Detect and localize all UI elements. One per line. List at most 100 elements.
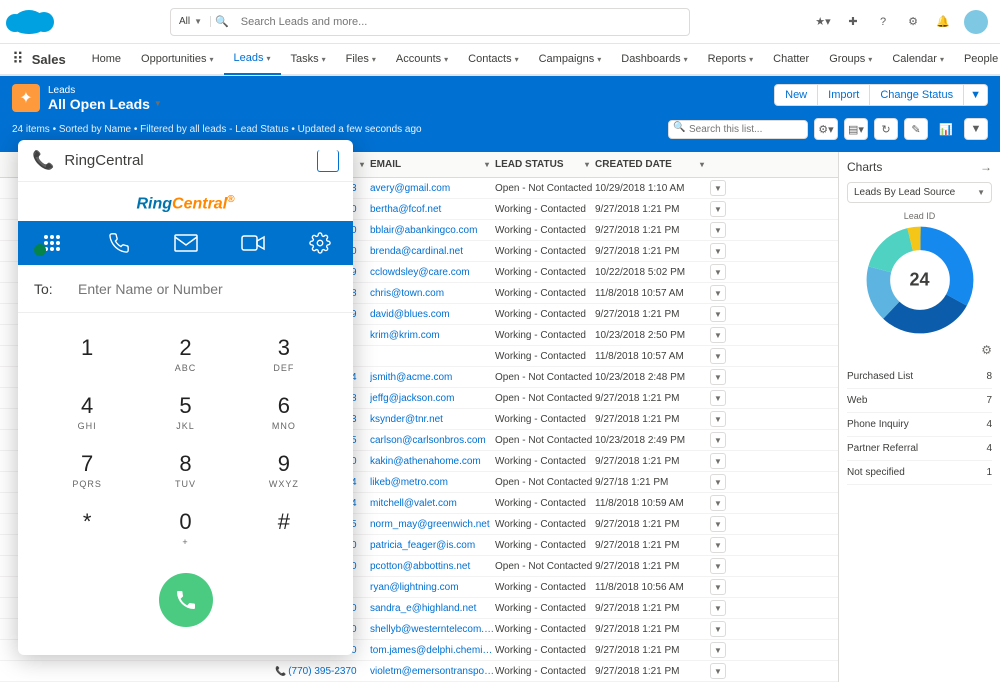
- row-actions[interactable]: ▼: [710, 537, 726, 553]
- row-actions[interactable]: ▼: [710, 621, 726, 637]
- col-status[interactable]: LEAD STATUS▾: [495, 159, 595, 170]
- global-search[interactable]: All▼ 🔍: [170, 8, 690, 36]
- row-actions[interactable]: ▼: [710, 432, 726, 448]
- email-link[interactable]: shellyb@westerntelecom.net: [370, 624, 495, 635]
- email-link[interactable]: mitchell@valet.com: [370, 498, 495, 509]
- change-status-button[interactable]: Change Status: [870, 84, 964, 106]
- chart-button[interactable]: 📊: [934, 118, 958, 140]
- email-link[interactable]: ksynder@tnr.net: [370, 414, 495, 425]
- add-icon[interactable]: ✚: [844, 13, 862, 31]
- row-actions[interactable]: ▼: [710, 327, 726, 343]
- email-link[interactable]: carlson@carlsonbros.com: [370, 435, 495, 446]
- key-*[interactable]: *: [38, 499, 136, 557]
- email-link[interactable]: jsmith@acme.com: [370, 372, 495, 383]
- row-actions[interactable]: ▼: [710, 180, 726, 196]
- row-actions[interactable]: ▼: [710, 516, 726, 532]
- row-actions[interactable]: ▼: [710, 222, 726, 238]
- row-actions[interactable]: ▼: [710, 558, 726, 574]
- setup-icon[interactable]: ⚙: [904, 13, 922, 31]
- call-button[interactable]: [159, 573, 213, 627]
- favorites-icon[interactable]: ★▾: [814, 13, 832, 31]
- dock-icon[interactable]: [317, 150, 339, 172]
- app-launcher-icon[interactable]: ⠿: [12, 49, 24, 69]
- key-6[interactable]: 6MNO: [235, 383, 333, 441]
- email-link[interactable]: kakin@athenahome.com: [370, 456, 495, 467]
- email-link[interactable]: krim@krim.com: [370, 330, 495, 341]
- row-actions[interactable]: ▼: [710, 642, 726, 658]
- messages-tab[interactable]: [166, 234, 206, 252]
- key-4[interactable]: 4GHI: [38, 383, 136, 441]
- row-actions[interactable]: ▼: [710, 369, 726, 385]
- nav-chatter[interactable]: Chatter: [763, 43, 819, 75]
- row-actions[interactable]: ▼: [710, 201, 726, 217]
- edit-button[interactable]: ✎: [904, 118, 928, 140]
- dial-input[interactable]: [78, 281, 353, 297]
- row-actions[interactable]: ▼: [710, 306, 726, 322]
- nav-dashboards[interactable]: Dashboards▾: [611, 43, 697, 75]
- email-link[interactable]: bblair@abankingco.com: [370, 225, 495, 236]
- nav-people[interactable]: People▾: [954, 43, 1000, 75]
- avatar[interactable]: [964, 10, 988, 34]
- email-link[interactable]: brenda@cardinal.net: [370, 246, 495, 257]
- row-actions[interactable]: ▼: [710, 579, 726, 595]
- key-5[interactable]: 5JKL: [136, 383, 234, 441]
- row-actions[interactable]: ▼: [710, 285, 726, 301]
- email-link[interactable]: chris@town.com: [370, 288, 495, 299]
- email-link[interactable]: avery@gmail.com: [370, 183, 495, 194]
- key-#[interactable]: #: [235, 499, 333, 557]
- row-actions[interactable]: ▼: [710, 348, 726, 364]
- col-created[interactable]: CREATED DATE▾: [595, 159, 710, 170]
- email-link[interactable]: norm_may@greenwich.net: [370, 519, 495, 530]
- refresh-button[interactable]: ↻: [874, 118, 898, 140]
- key-2[interactable]: 2ABC: [136, 325, 234, 383]
- nav-leads[interactable]: Leads▾: [224, 43, 281, 75]
- email-link[interactable]: tom.james@delphi.chemicals.com: [370, 645, 495, 656]
- row-actions[interactable]: ▼: [710, 600, 726, 616]
- email-link[interactable]: violetm@emersontransport.com: [370, 666, 495, 677]
- display-button[interactable]: ▤▾: [844, 118, 868, 140]
- list-view-name[interactable]: All Open Leads ▼: [48, 96, 162, 112]
- nav-groups[interactable]: Groups▾: [819, 43, 882, 75]
- more-actions-button[interactable]: ▼: [964, 84, 988, 106]
- settings-button[interactable]: ⚙▾: [814, 118, 838, 140]
- row-actions[interactable]: ▼: [710, 495, 726, 511]
- col-email[interactable]: EMAIL▾: [370, 159, 495, 170]
- row-actions[interactable]: ▼: [710, 243, 726, 259]
- email-link[interactable]: david@blues.com: [370, 309, 495, 320]
- help-icon[interactable]: ?: [874, 13, 892, 31]
- row-actions[interactable]: ▼: [710, 264, 726, 280]
- email-link[interactable]: pcotton@abbottins.net: [370, 561, 495, 572]
- row-actions[interactable]: ▼: [710, 474, 726, 490]
- key-7[interactable]: 7PQRS: [38, 441, 136, 499]
- nav-calendar[interactable]: Calendar▾: [882, 43, 954, 75]
- row-actions[interactable]: ▼: [710, 453, 726, 469]
- search-filter[interactable]: All▼: [171, 16, 211, 27]
- chart-settings-icon[interactable]: ⚙: [847, 343, 992, 357]
- row-actions[interactable]: ▼: [710, 411, 726, 427]
- import-button[interactable]: Import: [818, 84, 870, 106]
- nav-tasks[interactable]: Tasks▾: [281, 43, 336, 75]
- row-actions[interactable]: ▼: [710, 390, 726, 406]
- email-link[interactable]: likeb@metro.com: [370, 477, 495, 488]
- key-9[interactable]: 9WXYZ: [235, 441, 333, 499]
- search-input[interactable]: [233, 16, 689, 28]
- key-8[interactable]: 8TUV: [136, 441, 234, 499]
- email-link[interactable]: cclowdsley@care.com: [370, 267, 495, 278]
- nav-files[interactable]: Files▾: [336, 43, 386, 75]
- list-search-input[interactable]: [668, 120, 808, 139]
- nav-home[interactable]: Home: [82, 43, 131, 75]
- expand-icon[interactable]: →: [980, 160, 992, 174]
- row-actions[interactable]: ▼: [710, 663, 726, 679]
- email-link[interactable]: bertha@fcof.net: [370, 204, 495, 215]
- email-link[interactable]: ryan@lightning.com: [370, 582, 495, 593]
- settings-tab[interactable]: [300, 232, 340, 254]
- filter-button[interactable]: ▼: [964, 118, 988, 140]
- key-3[interactable]: 3DEF: [235, 325, 333, 383]
- key-0[interactable]: 0+: [136, 499, 234, 557]
- video-tab[interactable]: [233, 235, 273, 251]
- nav-contacts[interactable]: Contacts▾: [458, 43, 528, 75]
- email-link[interactable]: sandra_e@highland.net: [370, 603, 495, 614]
- nav-reports[interactable]: Reports▾: [698, 43, 764, 75]
- nav-opportunities[interactable]: Opportunities▾: [131, 43, 223, 75]
- notifications-icon[interactable]: 🔔: [934, 13, 952, 31]
